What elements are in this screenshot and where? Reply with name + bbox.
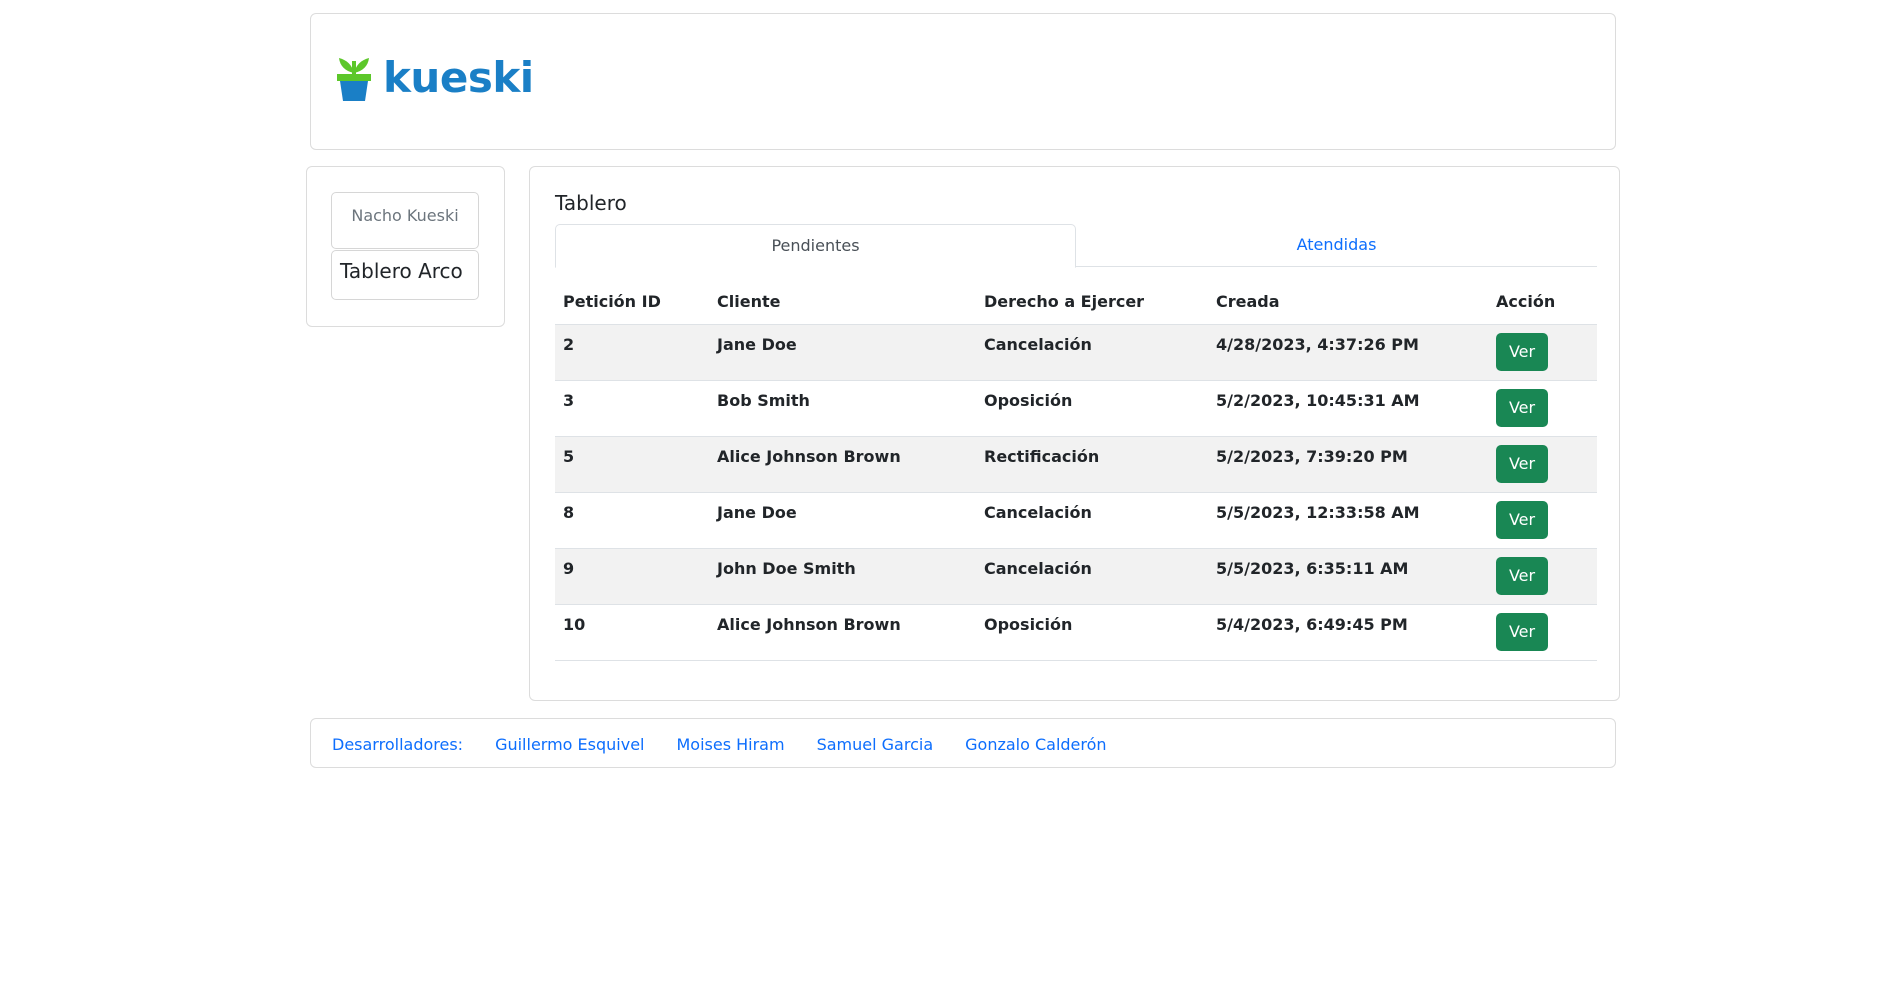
cell-derecho: Cancelación: [976, 492, 1208, 549]
column-header-accion: Acción: [1488, 279, 1597, 325]
cell-creada: 5/5/2023, 12:33:58 AM: [1208, 492, 1488, 549]
cell-peticion-id: 3: [555, 380, 709, 437]
ver-button[interactable]: Ver: [1496, 444, 1548, 483]
cell-accion: Ver: [1488, 380, 1597, 437]
cell-peticion-id: 2: [555, 324, 709, 381]
main-panel: Tablero Pendientes Atendidas Petición ID…: [529, 166, 1620, 701]
cell-derecho: Cancelación: [976, 324, 1208, 381]
column-header-derecho: Derecho a Ejercer: [976, 279, 1208, 325]
cell-accion: Ver: [1488, 324, 1597, 381]
cell-peticion-id: 9: [555, 548, 709, 605]
developers-label: Desarrolladores:: [332, 734, 464, 754]
cell-derecho: Oposición: [976, 604, 1208, 661]
table-row: 10 Alice Johnson Brown Oposición 5/4/202…: [555, 604, 1597, 661]
cell-cliente: Jane Doe: [709, 324, 976, 381]
column-header-creada: Creada: [1208, 279, 1488, 325]
table-row: 5 Alice Johnson Brown Rectificación 5/2/…: [555, 436, 1597, 493]
cell-peticion-id: 5: [555, 436, 709, 493]
cell-accion: Ver: [1488, 604, 1597, 661]
sidebar: Nacho Kueski Tablero Arco: [306, 166, 505, 327]
cell-cliente: Jane Doe: [709, 492, 976, 549]
tab-bar: Pendientes Atendidas: [555, 224, 1597, 268]
table-row: 9 John Doe Smith Cancelación 5/5/2023, 6…: [555, 548, 1597, 605]
developer-link[interactable]: Samuel Garcia: [817, 735, 934, 754]
tab-pendientes[interactable]: Pendientes: [555, 224, 1076, 268]
developer-link[interactable]: Guillermo Esquivel: [495, 735, 644, 754]
cell-creada: 4/28/2023, 4:37:26 PM: [1208, 324, 1488, 381]
page-title: Tablero: [555, 191, 627, 215]
cell-accion: Ver: [1488, 436, 1597, 493]
sidebar-item-tablero-arco[interactable]: Tablero Arco: [331, 250, 479, 300]
table-row: 8 Jane Doe Cancelación 5/5/2023, 12:33:5…: [555, 492, 1597, 549]
cell-accion: Ver: [1488, 492, 1597, 549]
cell-accion: Ver: [1488, 548, 1597, 605]
developers-list: Desarrolladores: Guillermo Esquivel Mois…: [332, 719, 1139, 769]
cell-derecho: Oposición: [976, 380, 1208, 437]
cell-creada: 5/2/2023, 7:39:20 PM: [1208, 436, 1488, 493]
cell-peticion-id: 8: [555, 492, 709, 549]
cell-creada: 5/5/2023, 6:35:11 AM: [1208, 548, 1488, 605]
cell-creada: 5/2/2023, 10:45:31 AM: [1208, 380, 1488, 437]
ver-button[interactable]: Ver: [1496, 612, 1548, 651]
column-header-cliente: Cliente: [709, 279, 976, 325]
ver-button[interactable]: Ver: [1496, 500, 1548, 539]
column-header-peticion-id: Petición ID: [555, 279, 709, 325]
cell-cliente: John Doe Smith: [709, 548, 976, 605]
table-row: 2 Jane Doe Cancelación 4/28/2023, 4:37:2…: [555, 324, 1597, 381]
plant-pot-icon: [337, 55, 371, 101]
tab-atendidas[interactable]: Atendidas: [1076, 224, 1597, 267]
requests-table: Petición ID Cliente Derecho a Ejercer Cr…: [555, 279, 1597, 661]
developer-link[interactable]: Gonzalo Calderón: [965, 735, 1106, 754]
footer: Desarrolladores: Guillermo Esquivel Mois…: [310, 718, 1616, 768]
ver-button[interactable]: Ver: [1496, 556, 1548, 595]
developer-link[interactable]: Moises Hiram: [676, 735, 784, 754]
header: kueski: [310, 13, 1616, 150]
ver-button[interactable]: Ver: [1496, 388, 1548, 427]
cell-derecho: Rectificación: [976, 436, 1208, 493]
cell-cliente: Alice Johnson Brown: [709, 436, 976, 493]
cell-creada: 5/4/2023, 6:49:45 PM: [1208, 604, 1488, 661]
cell-cliente: Bob Smith: [709, 380, 976, 437]
sidebar-user-name: Nacho Kueski: [331, 192, 479, 249]
cell-derecho: Cancelación: [976, 548, 1208, 605]
table-header-row: Petición ID Cliente Derecho a Ejercer Cr…: [555, 279, 1597, 325]
brand-name: kueski: [383, 53, 534, 102]
cell-cliente: Alice Johnson Brown: [709, 604, 976, 661]
table-row: 3 Bob Smith Oposición 5/2/2023, 10:45:31…: [555, 380, 1597, 437]
kueski-logo[interactable]: kueski: [337, 52, 534, 104]
cell-peticion-id: 10: [555, 604, 709, 661]
ver-button[interactable]: Ver: [1496, 332, 1548, 371]
